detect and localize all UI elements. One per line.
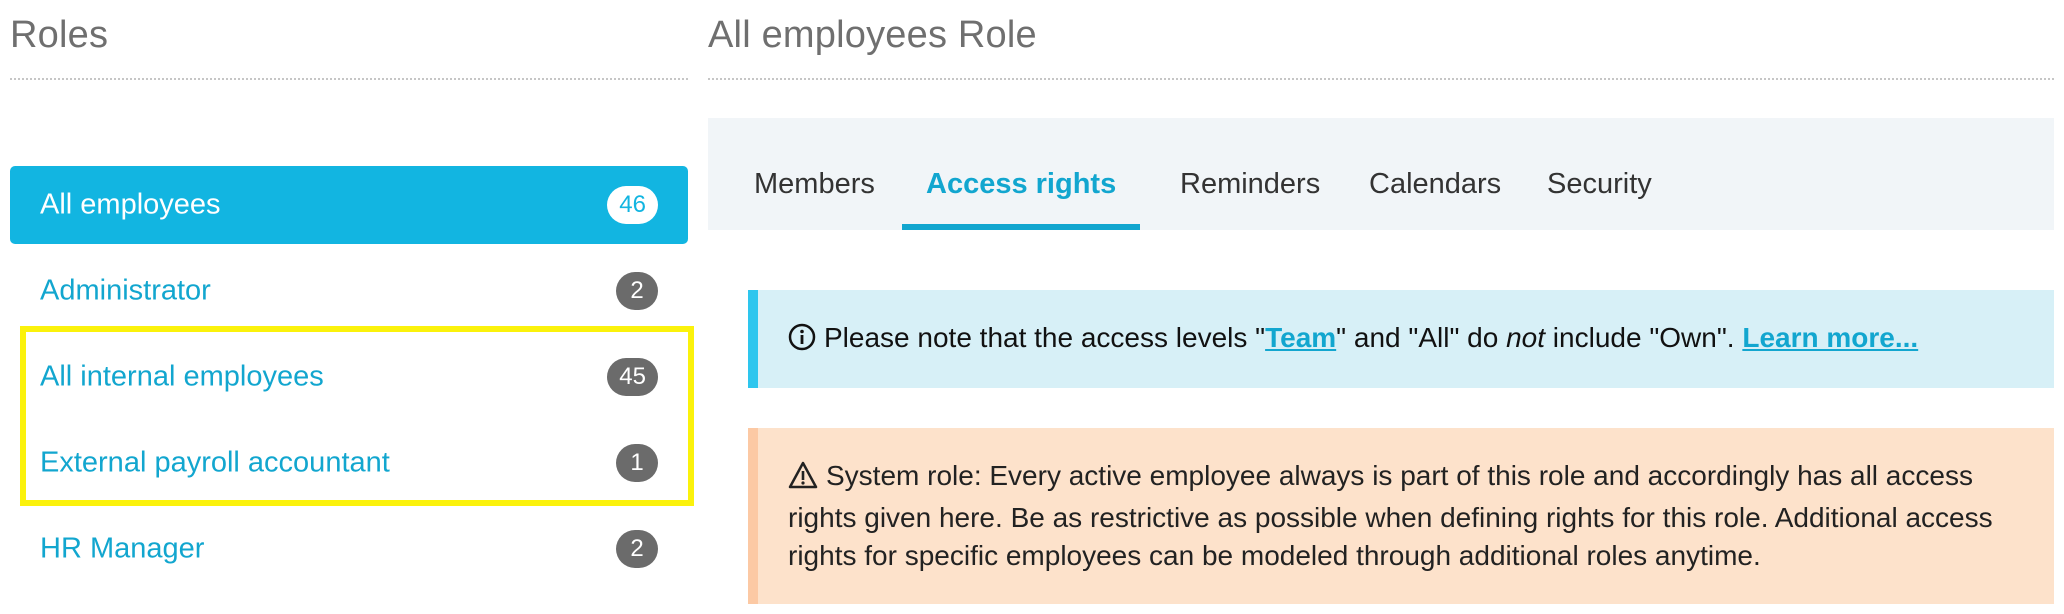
- count-badge: 2: [616, 272, 658, 310]
- role-label: HR Manager: [40, 532, 205, 565]
- divider: [708, 78, 2054, 80]
- team-link[interactable]: Team: [1265, 322, 1336, 353]
- role-label: All employees: [40, 188, 221, 221]
- tab-security[interactable]: Security: [1523, 168, 1676, 230]
- role-detail-title: All employees Role: [708, 14, 1037, 56]
- count-badge: 45: [607, 358, 658, 396]
- count-badge: 46: [607, 186, 658, 224]
- info-emphasis: not: [1506, 322, 1546, 353]
- role-item-hr-manager[interactable]: HR Manager 2: [10, 510, 688, 588]
- count-badge: 1: [616, 444, 658, 482]
- role-item-administrator[interactable]: Administrator 2: [10, 252, 688, 330]
- info-circle-icon: [788, 323, 816, 361]
- warning-text: System role: Every active employee alway…: [788, 460, 1993, 571]
- role-item-external-payroll-accountant[interactable]: External payroll accountant 1: [10, 424, 688, 502]
- tab-reminders[interactable]: Reminders: [1156, 168, 1344, 230]
- info-alert: Please note that the access levels "Team…: [748, 290, 2054, 388]
- role-label: All internal employees: [40, 360, 324, 393]
- role-label: External payroll accountant: [40, 446, 390, 479]
- role-detail-panel: All employees Role Members Access rights…: [708, 0, 2054, 614]
- learn-more-link[interactable]: Learn more...: [1742, 322, 1918, 353]
- count-badge: 2: [616, 530, 658, 568]
- tab-access-rights[interactable]: Access rights: [902, 168, 1141, 230]
- tab-calendars[interactable]: Calendars: [1345, 168, 1525, 230]
- tabs-bar: Members Access rights Reminders Calendar…: [708, 118, 2054, 230]
- role-label: Administrator: [40, 274, 211, 307]
- divider: [10, 78, 688, 80]
- info-text: include "Own".: [1545, 322, 1743, 353]
- role-item-all-employees[interactable]: All employees 46: [10, 166, 688, 244]
- tab-members[interactable]: Members: [730, 168, 899, 230]
- role-item-all-internal-employees[interactable]: All internal employees 45: [10, 338, 688, 416]
- warning-alert: System role: Every active employee alway…: [748, 428, 2054, 604]
- roles-title: Roles: [10, 14, 109, 56]
- info-text: Please note that the access levels ": [824, 322, 1266, 353]
- info-text: " and "All" do: [1336, 322, 1507, 353]
- roles-panel: Roles All employees 46 Administrator 2 A…: [10, 0, 694, 614]
- warning-triangle-icon: [788, 461, 818, 499]
